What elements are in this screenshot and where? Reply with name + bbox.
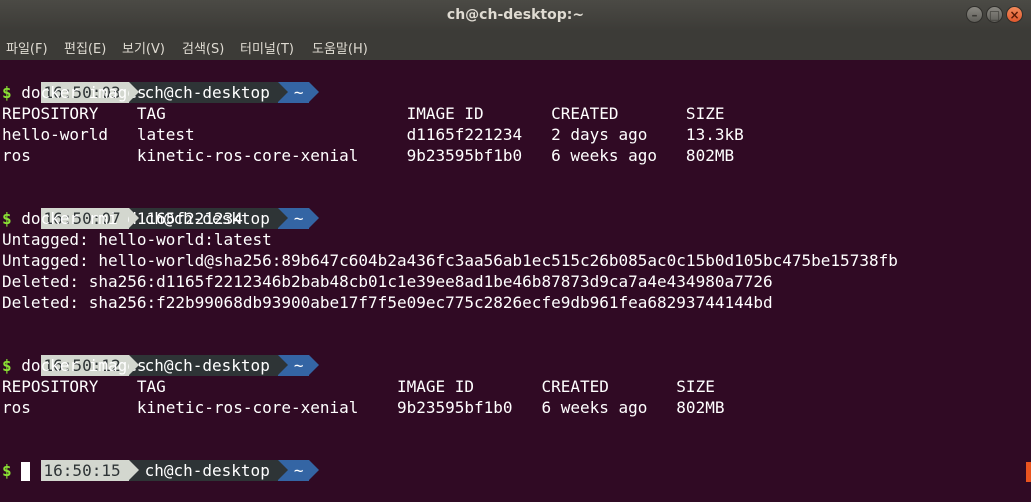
prompt-dollar: $ bbox=[2, 461, 12, 480]
minimize-button[interactable]: – bbox=[966, 6, 983, 23]
maximize-button[interactable]: □ bbox=[986, 6, 1003, 23]
prompt-time: 16:50:15 bbox=[40, 460, 139, 481]
menu-edit[interactable]: 편집(E) bbox=[64, 38, 106, 57]
output-line: ros kinetic-ros-core-xenial 9b23595bf1b0… bbox=[2, 398, 725, 417]
command-text: docker rmi d1165f221234 bbox=[11, 209, 243, 228]
menu-terminal[interactable]: 터미널(T) bbox=[240, 38, 294, 57]
output-line: Untagged: hello-world@sha256:89b647c604b… bbox=[2, 251, 898, 270]
prompt-host: ch@ch-desktop bbox=[128, 355, 289, 376]
output-line: ros kinetic-ros-core-xenial 9b23595bf1b0… bbox=[2, 146, 735, 165]
title-bar[interactable]: ch@ch-desktop:~ – □ × bbox=[0, 0, 1031, 31]
text-cursor bbox=[20, 462, 30, 481]
output-line: REPOSITORY TAG IMAGE ID CREATED SIZE bbox=[2, 104, 725, 123]
window-title: ch@ch-desktop:~ bbox=[446, 7, 585, 23]
output-line: Deleted: sha256:f22b99068db93900abe17f7f… bbox=[2, 293, 773, 312]
prompt-host: ch@ch-desktop bbox=[128, 82, 289, 103]
output-line: Untagged: hello-world:latest bbox=[2, 230, 272, 249]
command-text: docker images bbox=[11, 356, 147, 375]
menu-file[interactable]: 파일(F) bbox=[6, 38, 48, 57]
prompt-line: 16:50:15 ch@ch-desktop ~ bbox=[2, 439, 320, 481]
output-line: REPOSITORY TAG IMAGE ID CREATED SIZE bbox=[2, 377, 715, 396]
menu-bar: 파일(F) 편집(E) 보기(V) 검색(S) 터미널(T) 도움말(H) bbox=[0, 31, 1031, 60]
prompt-host: ch@ch-desktop bbox=[128, 460, 289, 481]
prompt-line: 16:50:03 ch@ch-desktop ~ bbox=[2, 61, 320, 103]
prompt-dollar: $ bbox=[2, 356, 12, 375]
menu-view[interactable]: 보기(V) bbox=[122, 38, 165, 57]
prompt-dollar: $ bbox=[2, 83, 12, 102]
menu-help[interactable]: 도움말(H) bbox=[312, 38, 368, 57]
command-line: $ docker images bbox=[2, 355, 147, 376]
command-line: $ docker images bbox=[2, 82, 147, 103]
output-line: hello-world latest d1165f221234 2 days a… bbox=[2, 125, 744, 144]
terminal-area[interactable]: 16:50:03 ch@ch-desktop ~ $ docker images R… bbox=[0, 60, 1031, 482]
command-line: $ docker rmi d1165f221234 bbox=[2, 208, 243, 229]
prompt-dollar: $ bbox=[2, 209, 12, 228]
close-button[interactable]: × bbox=[1006, 6, 1023, 23]
prompt-line: 16:50:12 ch@ch-desktop ~ bbox=[2, 334, 320, 376]
menu-search[interactable]: 검색(S) bbox=[182, 38, 224, 57]
scrollbar-indicator[interactable] bbox=[1026, 462, 1031, 482]
output-line: Deleted: sha256:d1165f2212346b2bab48cb01… bbox=[2, 272, 773, 291]
command-line: $ bbox=[2, 460, 30, 481]
prompt-line: 16:50:07 ch@ch-desktop ~ bbox=[2, 187, 320, 229]
command-text: docker images bbox=[11, 83, 147, 102]
